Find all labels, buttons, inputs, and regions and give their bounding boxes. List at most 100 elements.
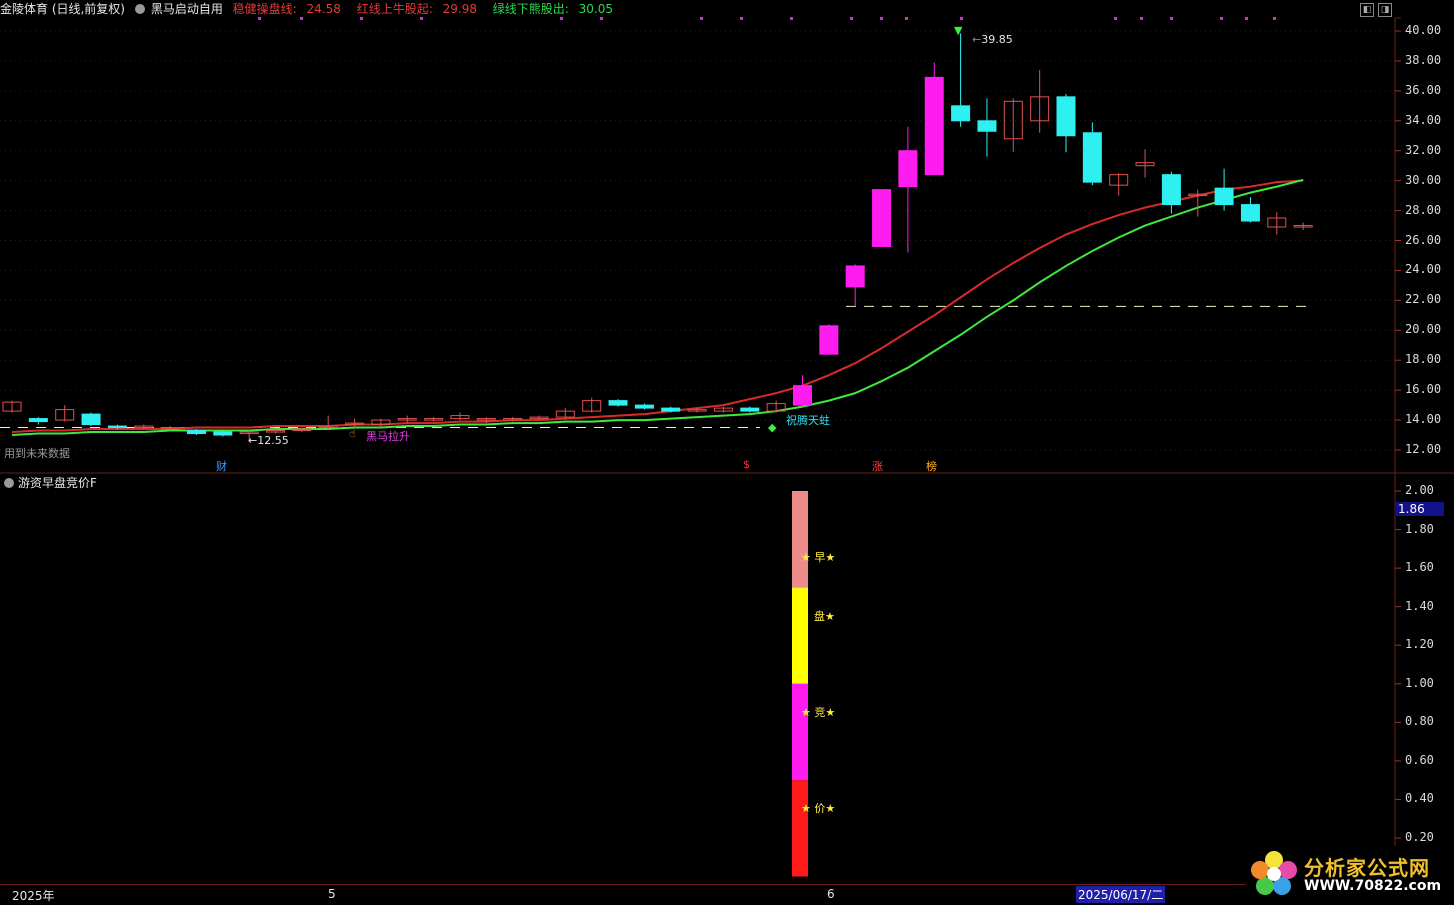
sub-panel-header: 游资早盘竞价F xyxy=(4,474,97,491)
bar-label-jing: ★ 竞★ xyxy=(801,706,836,719)
candle-body xyxy=(1056,96,1076,137)
auction-bar-segment xyxy=(792,491,808,588)
sub-tick-label: 1.20 xyxy=(1405,637,1434,652)
hand-pointer-icon: ☝ xyxy=(349,427,356,440)
site-logo: 分析家公式网 WWW.70822.com xyxy=(1246,846,1446,900)
price-tick-label: 22.00 xyxy=(1405,292,1442,307)
time-label-june: 6 xyxy=(827,887,835,901)
high-price-label: ←39.85 xyxy=(972,33,1013,46)
candle-body xyxy=(1240,204,1260,222)
candle-body xyxy=(1161,174,1181,206)
signal-dot xyxy=(960,17,963,20)
candle-body xyxy=(186,430,206,435)
price-tick-label: 24.00 xyxy=(1405,262,1442,277)
sub-indicator-toggle-icon[interactable] xyxy=(4,478,14,488)
candle-body xyxy=(1082,132,1102,183)
signal-dot xyxy=(850,17,853,20)
bar-label-jia: ★ 价★ xyxy=(801,802,836,815)
sub-tick-label: 0.40 xyxy=(1405,791,1434,806)
signal-dot xyxy=(1245,17,1248,20)
sub-tick-label: 1.00 xyxy=(1405,675,1434,690)
auction-bar-segment xyxy=(792,587,808,684)
price-tick-label: 18.00 xyxy=(1405,352,1442,367)
signal-dot xyxy=(360,17,363,20)
price-tick-label: 30.00 xyxy=(1405,172,1442,187)
candle-body xyxy=(1214,187,1234,206)
sub-indicator-name[interactable]: 游资早盘竞价F xyxy=(18,476,97,490)
bar-label-pan: 盘★ xyxy=(814,610,835,623)
top-arrow-icon: ▼ xyxy=(954,24,963,37)
signal-dot xyxy=(790,17,793,20)
candle-body xyxy=(213,431,233,436)
candle-body xyxy=(793,385,812,406)
dollar-marker[interactable]: $ xyxy=(743,458,750,471)
candle-body xyxy=(661,407,681,412)
price-chart[interactable] xyxy=(0,0,1454,904)
signal-dot xyxy=(560,17,563,20)
candle-body xyxy=(924,76,944,176)
price-tick-label: 26.00 xyxy=(1405,232,1442,247)
signal-dot xyxy=(1114,17,1117,20)
signal-dot xyxy=(700,17,703,20)
flower-logo-icon xyxy=(1251,851,1297,895)
sub-tick-label: 1.60 xyxy=(1405,560,1434,575)
candle-body xyxy=(634,404,654,409)
signal-dot xyxy=(1140,17,1143,20)
sub-tick-label: 1.80 xyxy=(1405,521,1434,536)
sub-tick-label: 1.40 xyxy=(1405,598,1434,613)
price-tick-label: 32.00 xyxy=(1405,142,1442,157)
sub-tick-label: 0.60 xyxy=(1405,752,1434,767)
bar-label-zao: ★ 早★ xyxy=(801,551,836,564)
candle-body xyxy=(81,413,101,426)
logo-url: WWW.70822.com xyxy=(1304,878,1442,894)
time-label-year: 2025年 xyxy=(12,889,55,903)
price-tick-label: 16.00 xyxy=(1405,382,1442,397)
signal-dot xyxy=(1170,17,1173,20)
time-label-may: 5 xyxy=(328,887,336,901)
current-value-badge: 1.86 xyxy=(1396,502,1444,516)
candle-body xyxy=(872,189,892,247)
price-tick-label: 14.00 xyxy=(1405,412,1442,427)
sub-tick-label: 0.20 xyxy=(1405,830,1434,844)
finance-marker[interactable]: 财 xyxy=(216,458,227,474)
auction-bar-segment xyxy=(792,780,808,877)
limit-up-marker[interactable]: 涨 xyxy=(872,458,883,474)
candle-body xyxy=(819,325,839,355)
black-horse-label: 黑马拉升 xyxy=(366,430,410,443)
candle-body xyxy=(951,105,971,122)
signal-dot xyxy=(600,17,603,20)
price-tick-label: 36.00 xyxy=(1405,82,1442,97)
low-price-label: ←12.55 xyxy=(248,434,289,447)
red-trend-line xyxy=(11,179,1304,434)
candle-body xyxy=(898,150,918,188)
signal-dot xyxy=(740,17,743,20)
diamond-icon: ◆ xyxy=(768,421,777,434)
dragon-signal-label: 祝腾天蛀 xyxy=(786,414,830,427)
sub-tick-label: 0.80 xyxy=(1405,714,1434,729)
sub-tick-label: 2.00 xyxy=(1405,483,1434,497)
signal-dot xyxy=(905,17,908,20)
price-tick-label: 34.00 xyxy=(1405,112,1442,127)
signal-dot xyxy=(1220,17,1223,20)
candle-body xyxy=(608,400,628,406)
logo-title: 分析家公式网 xyxy=(1304,856,1430,880)
candle-body xyxy=(740,407,760,412)
signal-dot xyxy=(300,17,303,20)
time-axis[interactable]: 2025年 5 6 2025/06/17/二 xyxy=(0,884,1395,905)
candle-body xyxy=(845,265,865,288)
auction-bar-segment xyxy=(792,683,808,781)
signal-dot xyxy=(880,17,883,20)
candle-body xyxy=(977,120,997,132)
price-tick-label: 28.00 xyxy=(1405,202,1442,217)
candle-body xyxy=(107,425,127,429)
price-tick-label: 20.00 xyxy=(1405,322,1442,337)
price-tick-label: 40.00 xyxy=(1405,23,1442,37)
signal-dot xyxy=(1273,17,1276,20)
price-tick-label: 12.00 xyxy=(1405,442,1442,456)
price-tick-label: 38.00 xyxy=(1405,52,1442,67)
signal-dot xyxy=(258,17,261,20)
candle-body xyxy=(28,418,48,423)
future-data-note: 用到未来数据 xyxy=(4,447,70,460)
signal-dot xyxy=(420,17,423,20)
ranking-marker[interactable]: 榜 xyxy=(926,458,937,474)
